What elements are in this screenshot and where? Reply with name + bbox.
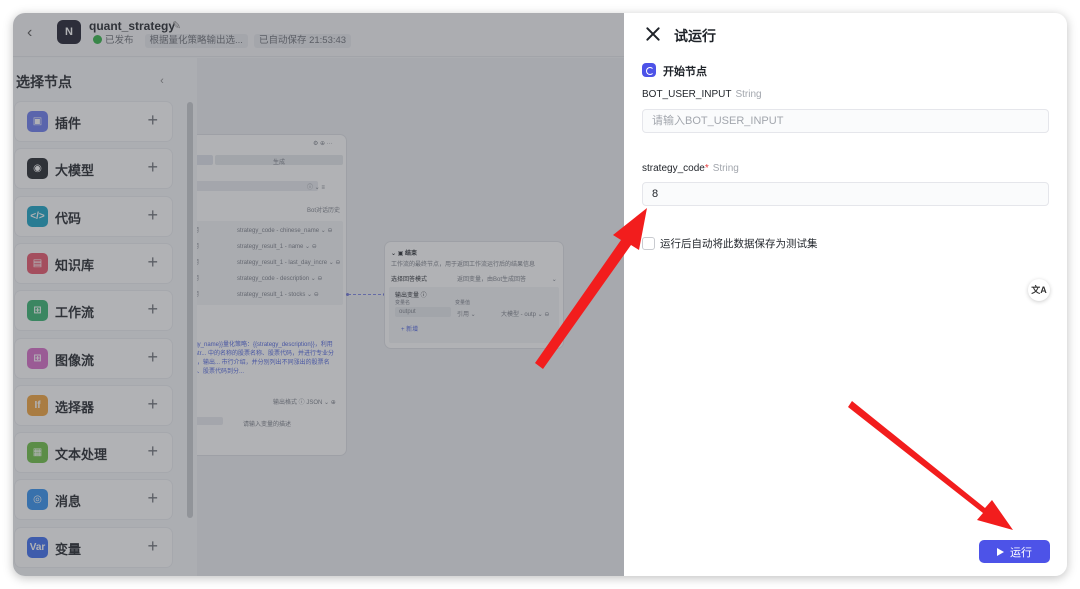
app-window: ‹ N quant_strategy ✎ 已发布 根据量化策略输出选... 已自…: [13, 13, 1067, 576]
modal-overlay[interactable]: [13, 13, 624, 576]
play-icon: [997, 547, 1004, 556]
translate-icon[interactable]: 文A: [1028, 279, 1050, 301]
start-node-title: 开始节点: [663, 66, 707, 78]
start-node-icon: [642, 63, 656, 77]
field-label-bot-user-input: BOT_USER_INPUT String: [642, 89, 762, 100]
test-run-panel: 试运行 开始节点 BOT_USER_INPUTString strategy_c…: [624, 13, 1067, 576]
save-testset-label: 运行后自动将此数据保存为测试集: [660, 238, 818, 250]
field-label-strategy-code: strategy_code* String: [642, 163, 739, 174]
run-button[interactable]: 运行: [979, 540, 1050, 563]
workflow-editor: ‹ N quant_strategy ✎ 已发布 根据量化策略输出选... 已自…: [13, 13, 624, 576]
save-testset-checkbox[interactable]: [642, 237, 655, 250]
strategy-code-field[interactable]: [642, 182, 1049, 206]
panel-title: 试运行: [674, 28, 716, 44]
close-icon[interactable]: [644, 25, 662, 43]
bot-user-input-field[interactable]: [642, 109, 1049, 133]
